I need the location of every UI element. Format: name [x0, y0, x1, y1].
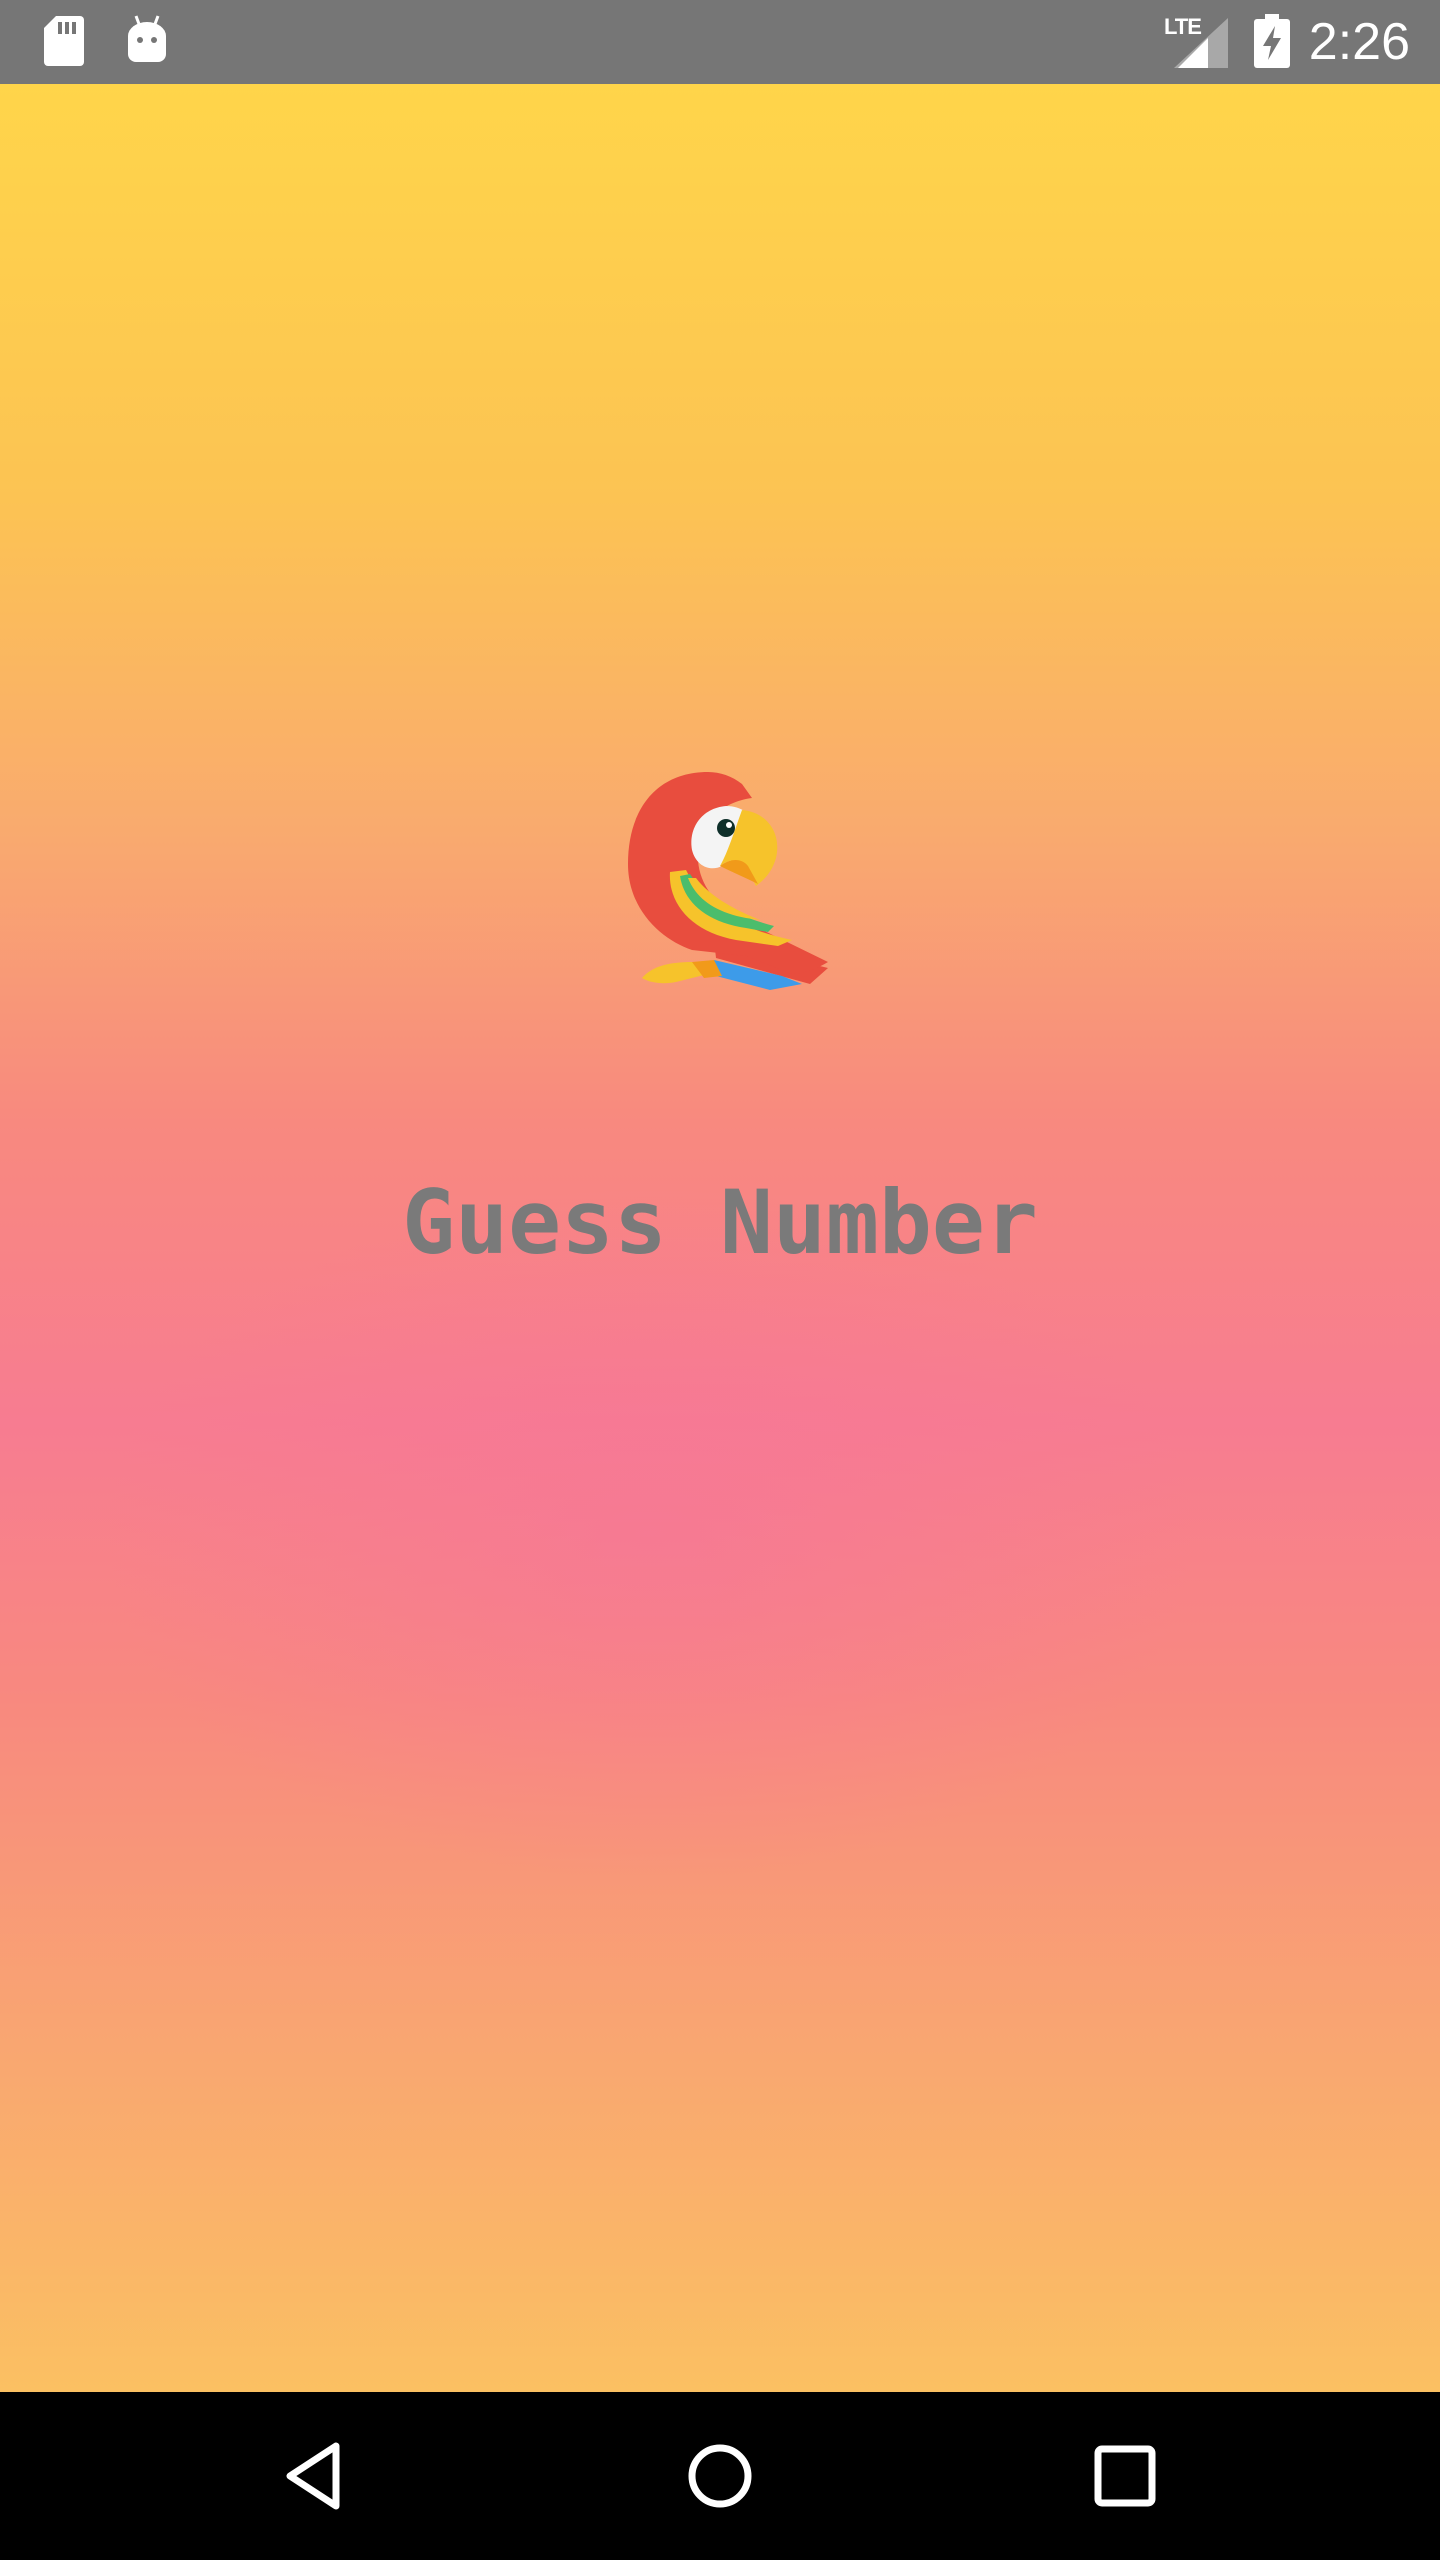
home-icon[interactable] [680, 2436, 760, 2516]
battery-charging-icon [1254, 14, 1290, 68]
back-icon[interactable] [276, 2436, 356, 2516]
parrot-icon [628, 772, 828, 990]
status-clock: 2:26 [1308, 13, 1410, 71]
app-title: Guess Number [402, 1171, 1038, 1274]
splash-screen: Guess Number [0, 84, 1440, 2392]
android-debug-icon [128, 15, 166, 62]
status-bar: LTE 2:26 [0, 0, 1440, 84]
recents-icon[interactable] [1085, 2436, 1165, 2516]
signal-icon [1174, 18, 1228, 68]
navigation-bar [0, 2392, 1440, 2560]
sd-card-icon [44, 16, 84, 66]
